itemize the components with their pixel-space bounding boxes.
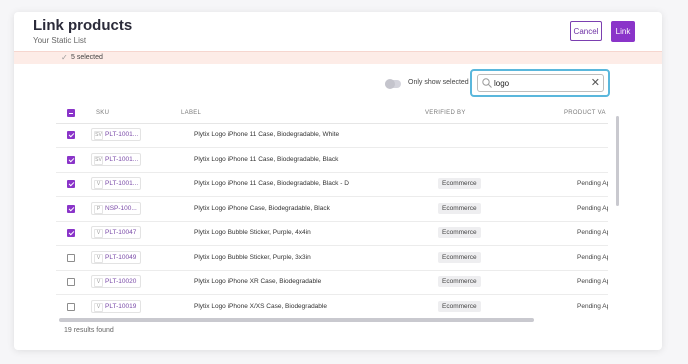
row-checkbox[interactable] — [67, 180, 75, 188]
link-button[interactable]: Link — [611, 21, 635, 42]
sku-chip[interactable]: V PLT-10020 — [91, 275, 141, 288]
table-row[interactable]: V PLT-10047 Plytix Logo Bubble Sticker, Pu… — [56, 221, 608, 246]
sku-value: PLT-10049 — [105, 253, 137, 261]
sku-value: PLT-1001... — [105, 155, 139, 163]
verified-by-tag: Ecommerce — [438, 251, 481, 263]
sku-chip[interactable]: V PLT-10047 — [91, 226, 141, 239]
status-badge: SV — [94, 155, 103, 165]
table-row[interactable]: SV PLT-1001... Plytix Logo iPhone 11 Case,… — [56, 148, 608, 173]
table-header-row: SKU LABEL VERIFIED BY PRODUCT VA — [56, 103, 608, 124]
column-header-sku[interactable]: SKU — [96, 110, 109, 116]
table-row[interactable]: V PLT-10020 Plytix Logo iPhone XR Case, Bi… — [56, 270, 608, 295]
row-checkbox[interactable] — [67, 229, 75, 237]
horizontal-scrollbar[interactable] — [59, 318, 534, 322]
product-label: Plytix Logo iPhone 11 Case, Biodegradabl… — [194, 131, 340, 138]
checkmark-icon: ✓ — [61, 53, 68, 62]
search-field[interactable]: ✕ — [477, 74, 604, 92]
select-all-checkbox[interactable] — [67, 109, 75, 117]
status-badge: V — [94, 302, 103, 312]
table-row[interactable]: V PLT-1001... Plytix Logo iPhone 11 Case, … — [56, 172, 608, 197]
product-label: Plytix Logo iPhone 11 Case, Biodegradabl… — [194, 180, 349, 187]
product-status: Pending Appr — [577, 180, 608, 187]
sku-chip[interactable]: V PLT-10049 — [91, 250, 141, 264]
row-checkbox[interactable] — [67, 204, 75, 213]
status-badge: V — [94, 253, 103, 263]
row-checkbox[interactable] — [67, 155, 75, 164]
sku-chip[interactable]: SV PLT-1001... — [91, 128, 141, 141]
table-row[interactable]: V PLT-10019 Plytix Logo iPhone X/XS Case, … — [56, 295, 608, 319]
sku-chip[interactable]: SV PLT-1001... — [91, 152, 141, 166]
clear-search-icon[interactable]: ✕ — [591, 75, 600, 91]
column-header-product-va[interactable]: PRODUCT VA — [564, 110, 606, 116]
cancel-button[interactable]: Cancel — [570, 21, 602, 41]
sku-chip[interactable]: V PLT-10019 — [91, 299, 141, 313]
product-status: Pending Appr — [577, 278, 608, 285]
row-checkbox[interactable] — [67, 131, 75, 139]
verified-by-tag: Ecommerce — [438, 300, 481, 312]
table-row[interactable]: P NSP-100... Plytix Logo iPhone Case, Biod… — [56, 197, 608, 222]
sku-value: PLT-1001... — [105, 131, 139, 138]
product-status: Pending Appr — [577, 302, 608, 310]
products-table: SKU LABEL VERIFIED BY PRODUCT VA SV PLT-1… — [56, 103, 608, 319]
status-badge: V — [94, 180, 103, 189]
status-badge: P — [94, 204, 103, 214]
product-label: Plytix Logo iPhone Case, Biodegradable, … — [194, 204, 330, 212]
product-label: Plytix Logo Bubble Sticker, Purple, 4x4i… — [194, 229, 311, 236]
selection-bar: ✓ 5 selected — [14, 51, 662, 64]
dialog-subtitle: Your Static List — [33, 36, 87, 45]
verified-by-tag: Ecommerce — [438, 276, 481, 287]
sku-value: NSP-100... — [105, 204, 137, 212]
sku-value: PLT-10019 — [105, 302, 137, 310]
vertical-scrollbar[interactable] — [616, 116, 619, 206]
toggle-label: Only show selected — [408, 79, 469, 86]
sku-value: PLT-10047 — [105, 229, 137, 236]
row-checkbox[interactable] — [67, 278, 75, 286]
product-label: Plytix Logo Bubble Sticker, Purple, 3x3i… — [194, 253, 311, 261]
column-header-verified-by[interactable]: VERIFIED BY — [425, 110, 466, 116]
table-row[interactable]: V PLT-10049 Plytix Logo Bubble Sticker, Pu… — [56, 246, 608, 271]
sku-chip[interactable]: P NSP-100... — [91, 201, 141, 215]
product-label: Plytix Logo iPhone XR Case, Biodegradabl… — [194, 278, 322, 285]
product-label: Plytix Logo iPhone X/XS Case, Biodegrada… — [194, 302, 327, 310]
column-header-label[interactable]: LABEL — [181, 110, 201, 116]
status-badge: SV — [94, 131, 103, 140]
toggle-knob — [385, 79, 395, 89]
dialog-title: Link products — [33, 17, 133, 34]
search-input[interactable] — [494, 77, 584, 89]
selected-count: 5 selected — [71, 54, 103, 61]
product-status: Pending Appr — [577, 204, 608, 212]
status-badge: V — [94, 229, 103, 238]
product-label: Plytix Logo iPhone 11 Case, Biodegradabl… — [194, 155, 339, 163]
row-checkbox[interactable] — [67, 253, 75, 262]
table-row[interactable]: SV PLT-1001... Plytix Logo iPhone 11 Case,… — [56, 123, 608, 148]
sku-value: PLT-10020 — [105, 278, 137, 285]
sku-chip[interactable]: V PLT-1001... — [91, 177, 141, 190]
verified-by-tag: Ecommerce — [438, 202, 481, 214]
only-show-selected-toggle[interactable] — [385, 79, 401, 89]
row-checkbox[interactable] — [67, 302, 75, 311]
sku-value: PLT-1001... — [105, 180, 139, 187]
search-box: ✕ — [470, 69, 610, 97]
status-badge: V — [94, 278, 103, 287]
verified-by-tag: Ecommerce — [438, 178, 481, 189]
link-products-dialog: Link products Your Static List Cancel Li… — [14, 12, 662, 350]
search-icon — [482, 78, 492, 88]
results-count: 19 results found — [64, 327, 114, 334]
verified-by-tag: Ecommerce — [438, 227, 481, 238]
product-status: Pending Appr — [577, 253, 608, 261]
product-status: Pending Appr — [577, 229, 608, 236]
